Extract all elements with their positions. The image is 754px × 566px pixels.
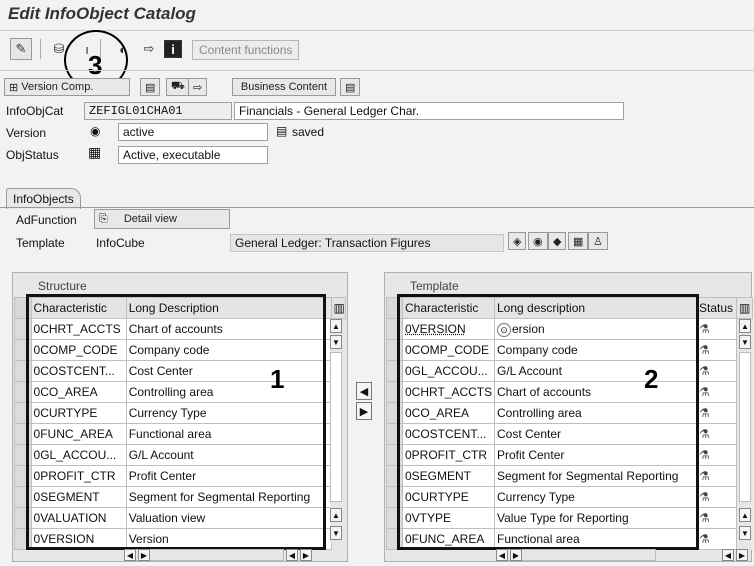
navigate-icon[interactable]: ⇨	[138, 38, 160, 60]
title-divider	[0, 30, 754, 31]
callout-box-1	[26, 294, 326, 550]
detail-view-label: Detail view	[123, 213, 177, 225]
move-right-icon[interactable]: ▶	[356, 402, 372, 420]
info-icon[interactable]: i	[164, 40, 182, 58]
status-icon: ⚗	[696, 465, 737, 487]
template-cube-icon[interactable]: ◆	[548, 232, 567, 250]
template-infoprovider-icon[interactable]: ◈	[508, 232, 527, 250]
content-functions-button[interactable]: Content functions	[192, 40, 300, 60]
status-icon: ⚗	[696, 381, 737, 403]
template-hscroll2-right-icon[interactable]: ▶	[736, 549, 748, 561]
detail-view-button[interactable]: ⎘ Detail view	[94, 209, 230, 229]
structure-scroll-up-bottom-icon[interactable]: ▲	[330, 508, 342, 522]
status-icon: ⚗	[696, 423, 737, 445]
template-scroll-down-bottom-icon[interactable]: ▼	[739, 526, 751, 540]
template-scroll-up-bottom-icon[interactable]: ▲	[739, 508, 751, 522]
version-comp-button[interactable]: ⊞ Version Comp.	[4, 78, 130, 96]
version-saved-text: saved	[292, 125, 325, 139]
saved-icon: ▤	[276, 124, 288, 138]
template-scroll-down-icon[interactable]: ▼	[739, 335, 751, 349]
version-status-icon: ◉	[90, 124, 101, 138]
version-comp-dropdown-icon[interactable]: ▤	[140, 78, 161, 96]
status-icon: ⚗	[696, 360, 737, 382]
infoobjcat-description-field[interactable]: Financials - General Ledger Char.	[234, 102, 624, 120]
detail-view-icon: ⎘	[99, 212, 108, 225]
template-field: General Ledger: Transaction Figures	[230, 234, 504, 252]
move-left-icon[interactable]: ◀	[356, 382, 372, 400]
structure-scroll-left-icon[interactable]: ◀	[124, 549, 136, 561]
callout-number-3: 3	[88, 50, 103, 80]
template-user-icon[interactable]: ♙	[588, 232, 608, 250]
callout-box-2	[397, 294, 699, 550]
status-icon: ⚗	[696, 339, 737, 361]
status-icon: ⚗	[696, 444, 737, 466]
structure-hscroll2-left-icon[interactable]: ◀	[286, 549, 298, 561]
objstatus-icon: ▦	[88, 144, 102, 160]
tab-divider	[0, 207, 754, 208]
structure-scroll-up-icon[interactable]: ▲	[330, 319, 342, 333]
template-col-status[interactable]: Status	[696, 297, 737, 319]
business-content-button[interactable]: Business Content	[232, 78, 336, 96]
template-scroll-thumb[interactable]	[739, 352, 751, 502]
objstatus-field: Active, executable	[118, 146, 268, 164]
status-icon: ⚗	[696, 486, 737, 508]
structure-scroll-down-bottom-icon[interactable]: ▼	[330, 526, 342, 540]
version-comp-icon: ⊞	[9, 81, 19, 94]
template-grid-title: Template	[410, 279, 459, 293]
toggle-display-change-icon[interactable]: ✎	[10, 38, 32, 60]
navigate-sub-icon[interactable]: ⇨	[188, 78, 208, 96]
transport-icon[interactable]: ⛟	[166, 78, 190, 96]
infoobjcat-label: InfoObjCat	[6, 104, 64, 118]
status-icon: ⚗	[696, 318, 737, 340]
status-icon: ⚗	[696, 507, 737, 529]
version-comp-label: Version Comp.	[21, 81, 94, 93]
structure-hscroll2-right-icon[interactable]: ▶	[300, 549, 312, 561]
template-column-settings-icon[interactable]: ▥	[736, 297, 753, 319]
structure-scroll-thumb[interactable]	[330, 352, 342, 502]
tab-infoobjects[interactable]: InfoObjects	[6, 188, 81, 209]
status-icon: ⚗	[696, 528, 737, 550]
template-label: Template	[16, 236, 65, 250]
template-ods-icon[interactable]: ◉	[528, 232, 548, 250]
window-title: Edit InfoObject Catalog	[8, 4, 196, 23]
status-icon: ⚗	[696, 402, 737, 424]
version-label: Version	[6, 126, 47, 140]
structure-scroll-right-icon[interactable]: ▶	[138, 549, 150, 561]
template-type: InfoCube	[96, 236, 145, 250]
template-scroll-left-icon[interactable]: ◀	[496, 549, 508, 561]
template-scroll-up-icon[interactable]: ▲	[739, 319, 751, 333]
callout-number-2: 2	[644, 364, 659, 394]
template-hscroll2-left-icon[interactable]: ◀	[722, 549, 734, 561]
structure-title: Structure	[38, 279, 87, 293]
toolbar-divider	[0, 70, 754, 71]
structure-column-settings-icon[interactable]: ▥	[330, 297, 346, 319]
toolbar-separator	[40, 39, 41, 59]
version-field: active	[118, 123, 268, 141]
template-scroll-right-icon[interactable]: ▶	[510, 549, 522, 561]
callout-number-1: 1	[270, 364, 285, 394]
infoobjcat-field: ZEFIGL01CHA01	[84, 102, 232, 120]
structure-scroll-down-icon[interactable]: ▼	[330, 335, 342, 349]
objstatus-label: ObjStatus	[6, 148, 59, 162]
template-infoset-icon[interactable]: ▦	[568, 232, 589, 250]
business-content-dropdown-icon[interactable]: ▤	[340, 78, 361, 96]
adfunction-label: AdFunction	[16, 213, 77, 227]
